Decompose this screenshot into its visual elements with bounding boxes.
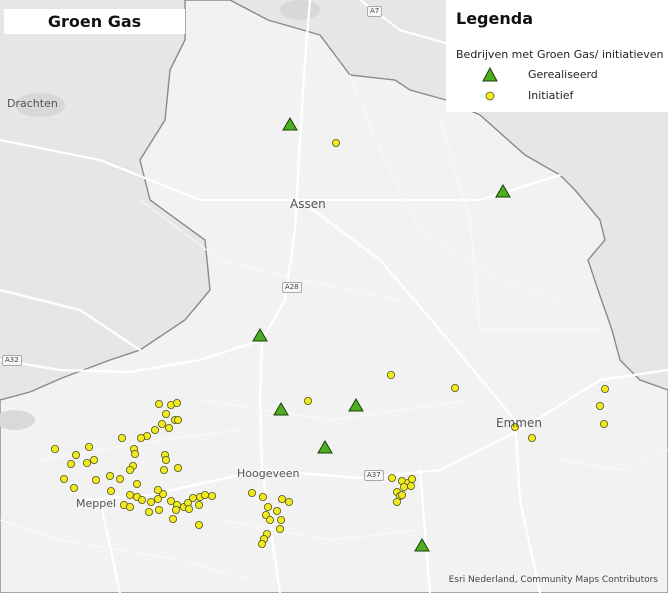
- initiative-marker[interactable]: [184, 504, 193, 513]
- initiative-marker[interactable]: [407, 474, 416, 483]
- initiative-marker[interactable]: [386, 370, 395, 379]
- road-shield-a28: A28: [282, 282, 302, 293]
- initiative-marker[interactable]: [154, 505, 163, 514]
- initiative-marker[interactable]: [601, 384, 610, 393]
- initiative-marker[interactable]: [161, 409, 170, 418]
- legend-label-initiatief: Initiatief: [528, 89, 574, 102]
- initiative-marker[interactable]: [150, 425, 159, 434]
- initiative-marker[interactable]: [265, 516, 274, 525]
- initiative-marker[interactable]: [173, 415, 182, 424]
- legend-subtitle: Bedrijven met Groen Gas/ initiatieven: [456, 48, 664, 61]
- initiative-marker[interactable]: [157, 419, 166, 428]
- initiative-marker[interactable]: [277, 494, 286, 503]
- legend-panel: Legenda Bedrijven met Groen Gas/ initiat…: [446, 0, 668, 112]
- initiative-marker[interactable]: [194, 500, 203, 509]
- place-label-assen: Assen: [290, 197, 326, 211]
- initiative-marker[interactable]: [397, 490, 406, 499]
- initiative-marker[interactable]: [247, 488, 256, 497]
- initiative-marker[interactable]: [275, 525, 284, 534]
- initiative-marker[interactable]: [51, 444, 60, 453]
- initiative-marker[interactable]: [154, 399, 163, 408]
- initiative-marker[interactable]: [331, 138, 340, 147]
- initiative-marker[interactable]: [90, 455, 99, 464]
- initiative-marker[interactable]: [303, 396, 312, 405]
- legend-item-initiatief: Initiatief: [446, 87, 668, 105]
- initiative-marker[interactable]: [137, 495, 146, 504]
- initiative-marker[interactable]: [60, 474, 69, 483]
- road-shield-a7: A7: [367, 6, 383, 17]
- initiative-marker[interactable]: [159, 465, 168, 474]
- initiative-marker[interactable]: [130, 449, 139, 458]
- initiative-marker[interactable]: [153, 485, 162, 494]
- initiative-marker[interactable]: [72, 450, 81, 459]
- initiative-marker[interactable]: [168, 515, 177, 524]
- initiative-marker[interactable]: [276, 516, 285, 525]
- initiative-marker[interactable]: [118, 433, 127, 442]
- initiative-marker[interactable]: [172, 398, 181, 407]
- circle-icon: [485, 91, 495, 101]
- initiative-marker[interactable]: [136, 433, 145, 442]
- place-label-hoogeveen: Hoogeveen: [237, 467, 300, 480]
- initiative-marker[interactable]: [596, 401, 605, 410]
- initiative-marker[interactable]: [132, 479, 141, 488]
- initiative-marker[interactable]: [83, 458, 92, 467]
- initiative-marker[interactable]: [284, 497, 293, 506]
- initiative-marker[interactable]: [399, 482, 408, 491]
- initiative-marker[interactable]: [85, 442, 94, 451]
- initiative-marker[interactable]: [263, 502, 272, 511]
- initiative-marker[interactable]: [406, 481, 415, 490]
- initiative-marker[interactable]: [194, 521, 203, 530]
- initiative-marker[interactable]: [107, 486, 116, 495]
- legend-item-gerealiseerd: Gerealiseerd: [446, 66, 668, 84]
- place-label-emmen: Emmen: [496, 416, 542, 430]
- initiative-marker[interactable]: [450, 383, 459, 392]
- road-shield-a37: A37: [364, 470, 384, 481]
- initiative-marker[interactable]: [106, 471, 115, 480]
- place-label-meppel: Meppel: [76, 497, 117, 510]
- initiative-marker[interactable]: [188, 493, 197, 502]
- initiative-marker[interactable]: [171, 505, 180, 514]
- initiative-marker[interactable]: [387, 473, 396, 482]
- initiative-marker[interactable]: [257, 540, 266, 549]
- initiative-marker[interactable]: [258, 492, 267, 501]
- triangle-icon: [482, 67, 498, 82]
- map-title-box: Groen Gas: [4, 9, 185, 34]
- road-shield-a32: A32: [2, 355, 22, 366]
- initiative-marker[interactable]: [600, 419, 609, 428]
- initiative-marker[interactable]: [161, 455, 170, 464]
- initiative-marker[interactable]: [126, 502, 135, 511]
- initiative-marker[interactable]: [207, 491, 216, 500]
- initiative-marker[interactable]: [272, 506, 281, 515]
- map-title: Groen Gas: [47, 12, 142, 31]
- initiative-marker[interactable]: [528, 433, 537, 442]
- map-attribution: Esri Nederland, Community Maps Contribut…: [448, 575, 658, 585]
- place-label-drachten: Drachten: [7, 97, 58, 110]
- initiative-marker[interactable]: [146, 497, 155, 506]
- legend-title: Legenda: [456, 9, 533, 28]
- initiative-marker[interactable]: [144, 507, 153, 516]
- initiative-marker[interactable]: [200, 490, 209, 499]
- initiative-marker[interactable]: [92, 475, 101, 484]
- initiative-marker[interactable]: [67, 459, 76, 468]
- initiative-marker[interactable]: [173, 463, 182, 472]
- initiative-marker[interactable]: [164, 423, 173, 432]
- initiative-marker[interactable]: [126, 465, 135, 474]
- initiative-marker[interactable]: [392, 497, 401, 506]
- initiative-marker[interactable]: [126, 490, 135, 499]
- initiative-marker[interactable]: [70, 483, 79, 492]
- legend-label-gerealiseerd: Gerealiseerd: [528, 68, 598, 81]
- initiative-marker[interactable]: [116, 474, 125, 483]
